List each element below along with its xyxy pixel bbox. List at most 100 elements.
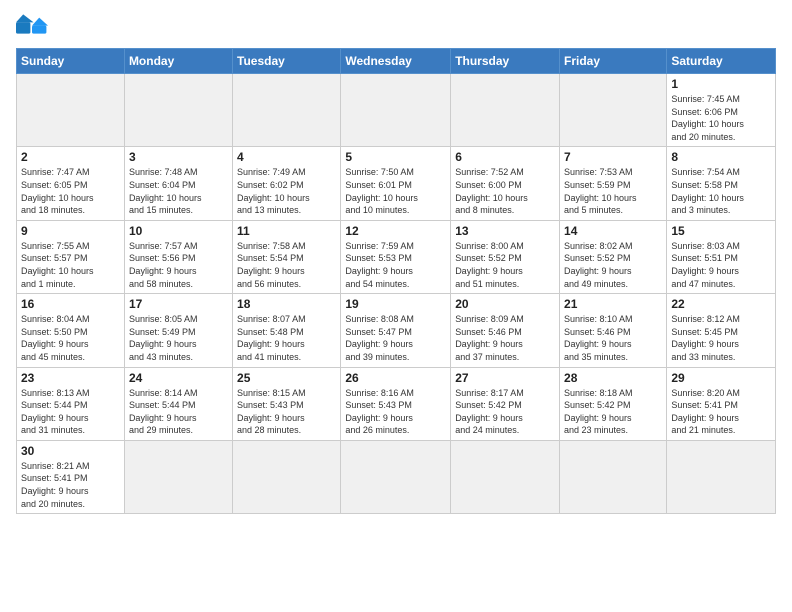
calendar-day-cell: 7 Sunrise: 7:53 AM Sunset: 5:59 PM Daylig… xyxy=(560,147,667,220)
day-number: 7 xyxy=(564,150,662,164)
weekday-header-row: SundayMondayTuesdayWednesdayThursdayFrid… xyxy=(17,49,776,74)
day-number: 9 xyxy=(21,224,120,238)
calendar-day-cell xyxy=(560,74,667,147)
weekday-header-monday: Monday xyxy=(124,49,232,74)
calendar-day-cell: 8Sunrise: 7:54 AM Sunset: 5:58 PM Daylig… xyxy=(667,147,776,220)
day-info: Sunrise: 7:53 AM Sunset: 5:59 PM Dayligh… xyxy=(564,166,662,216)
day-number: 12 xyxy=(345,224,446,238)
calendar-day-cell: 3 Sunrise: 7:48 AM Sunset: 6:04 PM Daylig… xyxy=(124,147,232,220)
day-info: Sunrise: 8:16 AM Sunset: 5:43 PM Dayligh… xyxy=(345,387,446,437)
calendar-day-cell: 27 Sunrise: 8:17 AM Sunset: 5:42 PM Dayli… xyxy=(451,367,560,440)
day-number: 11 xyxy=(237,224,336,238)
calendar-day-cell xyxy=(233,440,341,513)
calendar-day-cell xyxy=(124,74,232,147)
calendar-week-row: 9Sunrise: 7:55 AM Sunset: 5:57 PM Daylig… xyxy=(17,220,776,293)
calendar-day-cell: 25Sunrise: 8:15 AM Sunset: 5:43 PM Dayli… xyxy=(233,367,341,440)
header-area xyxy=(16,10,776,42)
weekday-header-thursday: Thursday xyxy=(451,49,560,74)
calendar-week-row: 1 Sunrise: 7:45 AM Sunset: 6:06 PM Daylig… xyxy=(17,74,776,147)
calendar-week-row: 16 Sunrise: 8:04 AM Sunset: 5:50 PM Dayli… xyxy=(17,294,776,367)
weekday-header-saturday: Saturday xyxy=(667,49,776,74)
day-info: Sunrise: 7:58 AM Sunset: 5:54 PM Dayligh… xyxy=(237,240,336,290)
day-number: 2 xyxy=(21,150,120,164)
calendar-week-row: 2 Sunrise: 7:47 AM Sunset: 6:05 PM Daylig… xyxy=(17,147,776,220)
calendar-day-cell: 28 Sunrise: 8:18 AM Sunset: 5:42 PM Dayli… xyxy=(560,367,667,440)
day-info: Sunrise: 8:04 AM Sunset: 5:50 PM Dayligh… xyxy=(21,313,120,363)
calendar-day-cell: 14Sunrise: 8:02 AM Sunset: 5:52 PM Dayli… xyxy=(560,220,667,293)
calendar-day-cell: 22Sunrise: 8:12 AM Sunset: 5:45 PM Dayli… xyxy=(667,294,776,367)
calendar-table: SundayMondayTuesdayWednesdayThursdayFrid… xyxy=(16,48,776,514)
calendar-day-cell: 1 Sunrise: 7:45 AM Sunset: 6:06 PM Daylig… xyxy=(667,74,776,147)
day-number: 21 xyxy=(564,297,662,311)
calendar-day-cell: 26 Sunrise: 8:16 AM Sunset: 5:43 PM Dayli… xyxy=(341,367,451,440)
day-info: Sunrise: 7:57 AM Sunset: 5:56 PM Dayligh… xyxy=(129,240,228,290)
calendar-week-row: 23 Sunrise: 8:13 AM Sunset: 5:44 PM Dayli… xyxy=(17,367,776,440)
calendar-day-cell: 5Sunrise: 7:50 AM Sunset: 6:01 PM Daylig… xyxy=(341,147,451,220)
day-number: 6 xyxy=(455,150,555,164)
day-info: Sunrise: 8:10 AM Sunset: 5:46 PM Dayligh… xyxy=(564,313,662,363)
day-info: Sunrise: 8:17 AM Sunset: 5:42 PM Dayligh… xyxy=(455,387,555,437)
weekday-header-sunday: Sunday xyxy=(17,49,125,74)
generalblue-logo-icon xyxy=(16,14,48,42)
day-number: 29 xyxy=(671,371,771,385)
logo xyxy=(16,14,52,42)
calendar-day-cell: 16 Sunrise: 8:04 AM Sunset: 5:50 PM Dayli… xyxy=(17,294,125,367)
calendar-day-cell: 10 Sunrise: 7:57 AM Sunset: 5:56 PM Dayli… xyxy=(124,220,232,293)
day-info: Sunrise: 8:18 AM Sunset: 5:42 PM Dayligh… xyxy=(564,387,662,437)
day-number: 8 xyxy=(671,150,771,164)
day-number: 1 xyxy=(671,77,771,91)
calendar-day-cell xyxy=(451,74,560,147)
day-info: Sunrise: 8:13 AM Sunset: 5:44 PM Dayligh… xyxy=(21,387,120,437)
calendar-day-cell: 2 Sunrise: 7:47 AM Sunset: 6:05 PM Daylig… xyxy=(17,147,125,220)
day-info: Sunrise: 8:12 AM Sunset: 5:45 PM Dayligh… xyxy=(671,313,771,363)
calendar-day-cell: 29Sunrise: 8:20 AM Sunset: 5:41 PM Dayli… xyxy=(667,367,776,440)
calendar-week-row: 30Sunrise: 8:21 AM Sunset: 5:41 PM Dayli… xyxy=(17,440,776,513)
calendar-day-cell: 9Sunrise: 7:55 AM Sunset: 5:57 PM Daylig… xyxy=(17,220,125,293)
calendar-day-cell xyxy=(451,440,560,513)
day-number: 20 xyxy=(455,297,555,311)
calendar-day-cell: 30Sunrise: 8:21 AM Sunset: 5:41 PM Dayli… xyxy=(17,440,125,513)
day-number: 4 xyxy=(237,150,336,164)
day-number: 17 xyxy=(129,297,228,311)
day-info: Sunrise: 8:14 AM Sunset: 5:44 PM Dayligh… xyxy=(129,387,228,437)
day-info: Sunrise: 7:47 AM Sunset: 6:05 PM Dayligh… xyxy=(21,166,120,216)
day-info: Sunrise: 7:48 AM Sunset: 6:04 PM Dayligh… xyxy=(129,166,228,216)
day-number: 3 xyxy=(129,150,228,164)
calendar-day-cell xyxy=(667,440,776,513)
day-number: 26 xyxy=(345,371,446,385)
day-info: Sunrise: 8:21 AM Sunset: 5:41 PM Dayligh… xyxy=(21,460,120,510)
calendar-header: SundayMondayTuesdayWednesdayThursdayFrid… xyxy=(17,49,776,74)
day-info: Sunrise: 8:00 AM Sunset: 5:52 PM Dayligh… xyxy=(455,240,555,290)
day-number: 28 xyxy=(564,371,662,385)
day-number: 19 xyxy=(345,297,446,311)
weekday-header-friday: Friday xyxy=(560,49,667,74)
calendar-day-cell: 6Sunrise: 7:52 AM Sunset: 6:00 PM Daylig… xyxy=(451,147,560,220)
day-number: 18 xyxy=(237,297,336,311)
calendar-day-cell: 19Sunrise: 8:08 AM Sunset: 5:47 PM Dayli… xyxy=(341,294,451,367)
calendar-day-cell xyxy=(560,440,667,513)
day-number: 10 xyxy=(129,224,228,238)
calendar-day-cell: 11 Sunrise: 7:58 AM Sunset: 5:54 PM Dayli… xyxy=(233,220,341,293)
calendar-day-cell: 18 Sunrise: 8:07 AM Sunset: 5:48 PM Dayli… xyxy=(233,294,341,367)
day-number: 23 xyxy=(21,371,120,385)
calendar-day-cell: 15Sunrise: 8:03 AM Sunset: 5:51 PM Dayli… xyxy=(667,220,776,293)
day-info: Sunrise: 7:45 AM Sunset: 6:06 PM Dayligh… xyxy=(671,93,771,143)
day-info: Sunrise: 8:02 AM Sunset: 5:52 PM Dayligh… xyxy=(564,240,662,290)
calendar-day-cell: 20 Sunrise: 8:09 AM Sunset: 5:46 PM Dayli… xyxy=(451,294,560,367)
day-info: Sunrise: 8:15 AM Sunset: 5:43 PM Dayligh… xyxy=(237,387,336,437)
day-info: Sunrise: 7:50 AM Sunset: 6:01 PM Dayligh… xyxy=(345,166,446,216)
calendar-day-cell: 24 Sunrise: 8:14 AM Sunset: 5:44 PM Dayli… xyxy=(124,367,232,440)
day-number: 13 xyxy=(455,224,555,238)
page: SundayMondayTuesdayWednesdayThursdayFrid… xyxy=(0,0,792,524)
day-info: Sunrise: 8:05 AM Sunset: 5:49 PM Dayligh… xyxy=(129,313,228,363)
day-info: Sunrise: 8:03 AM Sunset: 5:51 PM Dayligh… xyxy=(671,240,771,290)
calendar-day-cell: 17 Sunrise: 8:05 AM Sunset: 5:49 PM Dayli… xyxy=(124,294,232,367)
day-number: 16 xyxy=(21,297,120,311)
calendar-body: 1 Sunrise: 7:45 AM Sunset: 6:06 PM Daylig… xyxy=(17,74,776,514)
calendar-day-cell: 4Sunrise: 7:49 AM Sunset: 6:02 PM Daylig… xyxy=(233,147,341,220)
day-info: Sunrise: 8:09 AM Sunset: 5:46 PM Dayligh… xyxy=(455,313,555,363)
day-info: Sunrise: 8:07 AM Sunset: 5:48 PM Dayligh… xyxy=(237,313,336,363)
weekday-header-tuesday: Tuesday xyxy=(233,49,341,74)
day-number: 27 xyxy=(455,371,555,385)
day-number: 24 xyxy=(129,371,228,385)
